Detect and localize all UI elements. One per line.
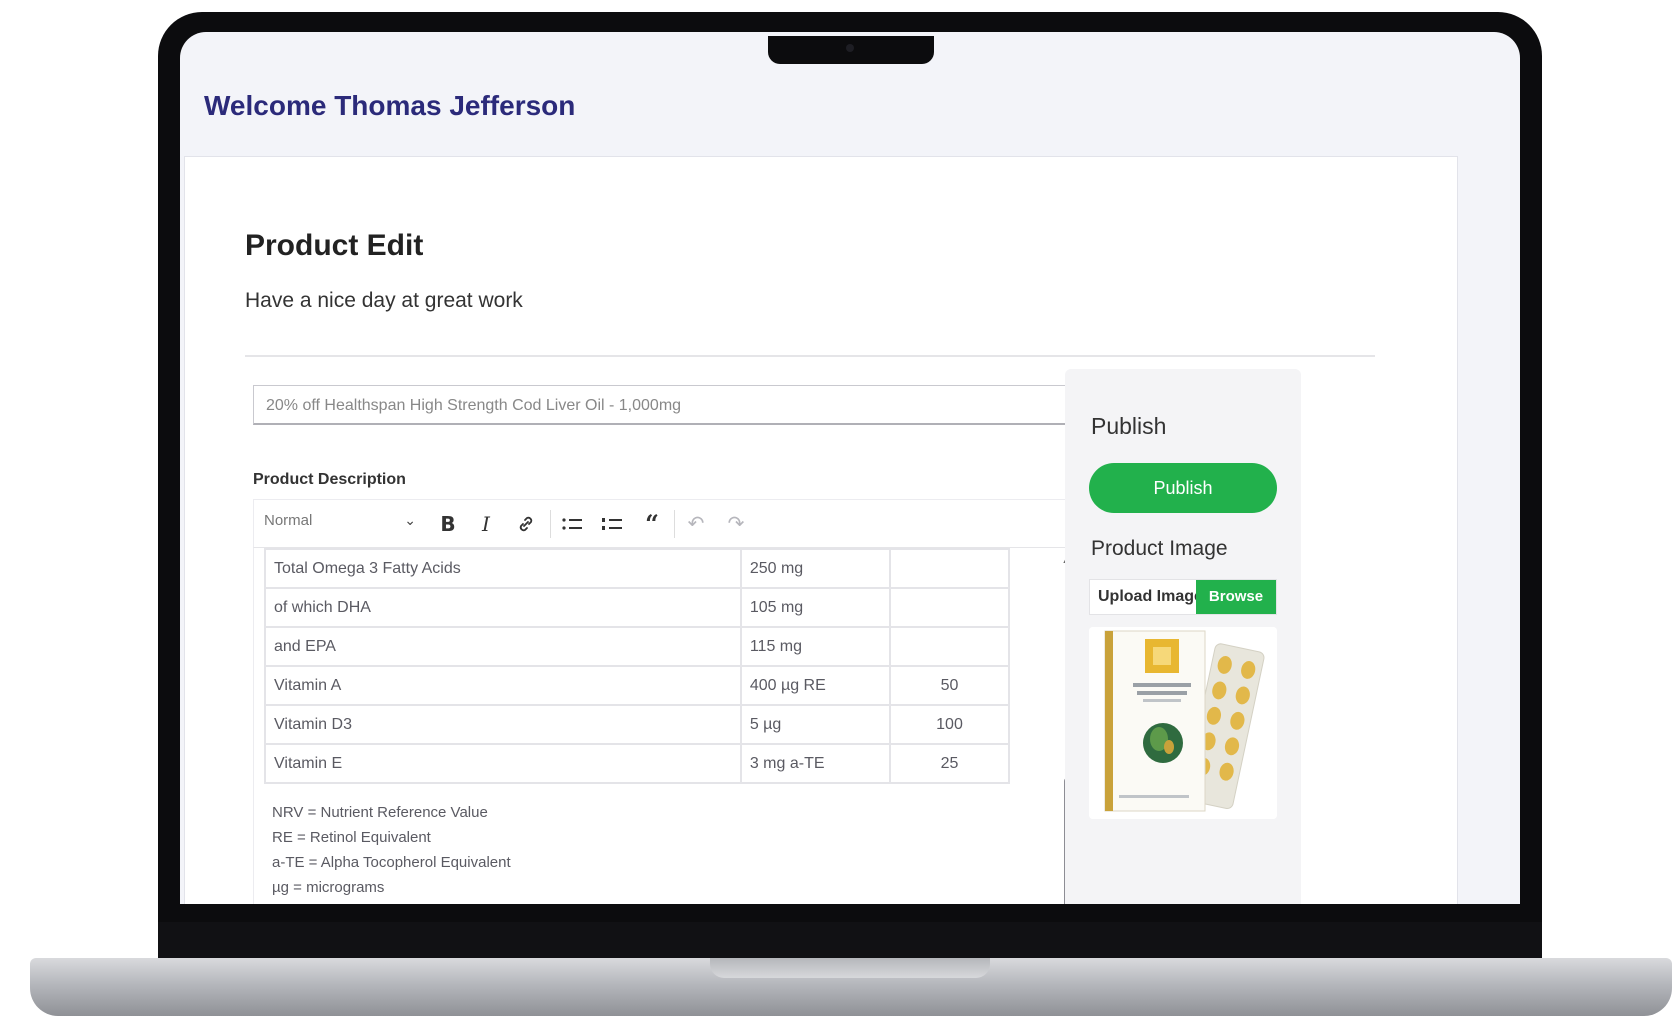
upload-image-label: Upload Image — [1098, 588, 1203, 605]
toolbar-separator — [550, 510, 551, 538]
divider — [245, 355, 1375, 357]
product-name-input[interactable]: 20% off Healthspan High Strength Cod Liv… — [253, 385, 1085, 425]
toolbar-separator — [674, 510, 675, 538]
table-row: Vitamin A 400 µg RE 50 — [264, 665, 1010, 706]
table-cell-name: and EPA — [264, 626, 742, 667]
redo-icon[interactable]: ↷ — [722, 510, 750, 538]
table-cell-name: Vitamin D3 — [264, 704, 742, 745]
footnote-line: RE = Retinol Equivalent — [272, 829, 431, 846]
table-row: of which DHA 105 mg — [264, 587, 1010, 628]
nutrition-table: Total Omega 3 Fatty Acids 250 mg of which … — [264, 548, 1010, 784]
footnotes: NRV = Nutrient Reference Value RE = Reti… — [272, 800, 511, 900]
camera-notch — [768, 36, 934, 64]
table-row: and EPA 115 mg — [264, 626, 1010, 667]
description-editor[interactable]: Total Omega 3 Fatty Acids 250 mg of which … — [253, 547, 1085, 904]
editor-toolbar: Normal ⌄ B I “ ↶ ↷ — [253, 499, 1085, 547]
link-icon[interactable] — [512, 510, 540, 538]
product-image-title: Product Image — [1091, 537, 1228, 560]
table-cell-nrv: 25 — [889, 743, 1010, 784]
table-cell-amount: 250 mg — [739, 548, 892, 589]
table-row: Vitamin E3 mg a-TE 25 — [264, 743, 1010, 784]
chevron-down-icon: ⌄ — [404, 512, 416, 528]
table-cell-nrv: 100 — [889, 704, 1010, 745]
numbered-list-icon[interactable] — [598, 510, 626, 538]
table-cell-name: Vitamin A — [264, 665, 742, 706]
table-cell-amount: 115 mg — [739, 626, 892, 667]
page-title: Product Edit — [245, 229, 424, 262]
laptop-lip — [710, 958, 990, 978]
publish-button[interactable]: Publish — [1089, 463, 1277, 513]
table-row: Total Omega 3 Fatty Acids 250 mg — [264, 548, 1010, 589]
table-cell-name: Total Omega 3 Fatty Acids — [264, 548, 742, 589]
table-cell-amount: 105 mg — [739, 587, 892, 628]
table-cell-nrv — [889, 587, 1010, 628]
product-image-thumbnail — [1089, 627, 1277, 819]
table-cell-amount: 400 µg RE — [739, 665, 892, 706]
undo-icon[interactable]: ↶ — [682, 510, 710, 538]
description-label: Product Description — [253, 471, 406, 488]
table-cell-amount: 3 mg a-TE — [739, 743, 892, 784]
table-cell-name: of which DHA — [264, 587, 742, 628]
camera-icon — [846, 44, 854, 52]
format-select[interactable]: Normal ⌄ — [264, 512, 424, 536]
app-screen: Welcome Thomas Jefferson Product Edit Ha… — [180, 32, 1520, 904]
publish-sidebar: Publish Publish Product Image Upload Ima… — [1065, 369, 1301, 904]
table-cell-nrv — [889, 626, 1010, 667]
upload-image-field[interactable]: Upload Image Browse — [1089, 579, 1277, 615]
publish-title: Publish — [1091, 413, 1167, 439]
table-cell-nrv — [889, 548, 1010, 589]
page-subtitle: Have a nice day at great work — [245, 289, 523, 312]
browse-button[interactable]: Browse — [1196, 580, 1276, 614]
table-cell-nrv: 50 — [889, 665, 1010, 706]
bold-icon[interactable]: B — [434, 510, 462, 538]
table-cell-name: Vitamin E — [264, 743, 742, 784]
table-cell-amount: 5 µg — [739, 704, 892, 745]
product-edit-panel: Product Edit Have a nice day at great wo… — [184, 156, 1458, 904]
table-row: Vitamin D3 5 µg 100 — [264, 704, 1010, 745]
italic-icon[interactable]: I — [472, 510, 500, 538]
bullet-list-icon[interactable] — [558, 510, 586, 538]
welcome-heading: Welcome Thomas Jefferson — [204, 90, 576, 121]
footnote-line: a-TE = Alpha Tocopherol Equivalent — [272, 854, 511, 871]
footnote-line: µg = micrograms — [272, 879, 385, 896]
footnote-line: NRV = Nutrient Reference Value — [272, 804, 488, 821]
blockquote-icon[interactable]: “ — [638, 510, 666, 538]
format-select-value: Normal — [264, 512, 313, 529]
